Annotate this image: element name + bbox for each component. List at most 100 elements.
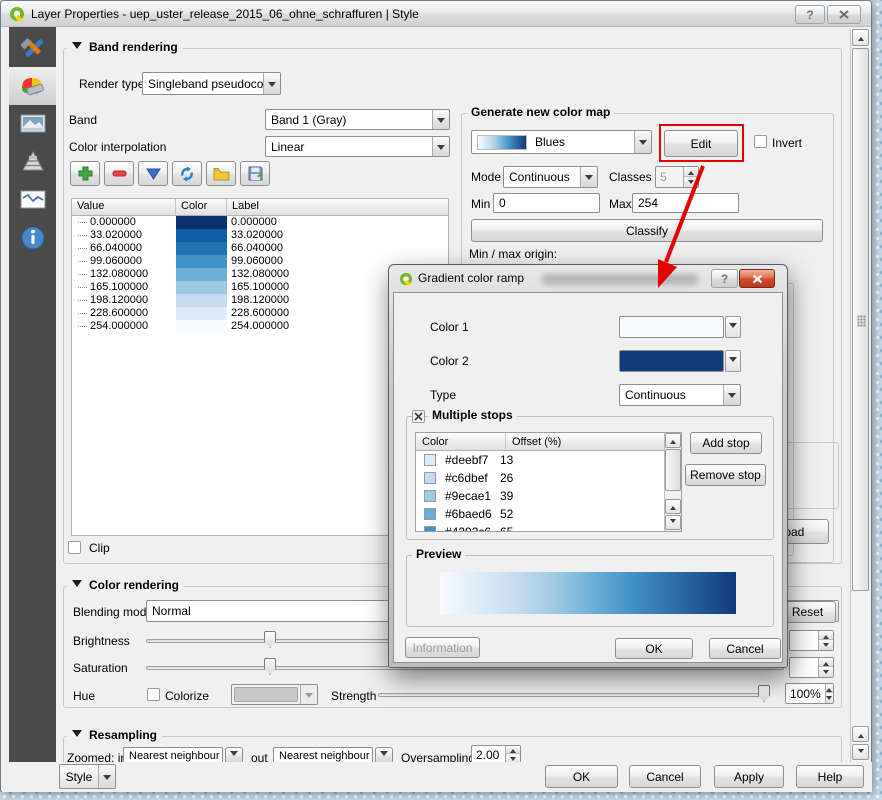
scrollbar-thumb[interactable] (852, 48, 869, 591)
mode-combo[interactable]: Continuous (503, 166, 598, 188)
render-type-combo[interactable]: Singleband pseudocolor (142, 72, 281, 95)
vertical-scrollbar[interactable] (850, 29, 869, 762)
color-interpolation-label: Color interpolation (69, 140, 166, 154)
sidebar-item-metadata[interactable] (9, 219, 56, 257)
help-glyph: ? (806, 8, 813, 22)
sidebar-item-transparency[interactable] (9, 105, 56, 143)
min-value: 0 (499, 196, 506, 210)
refresh-button[interactable] (172, 161, 202, 186)
saturation-spinner[interactable] (789, 657, 834, 678)
dialog-ok-button[interactable]: OK (615, 638, 693, 659)
stops-header-offset[interactable]: Offset (%) (506, 433, 681, 450)
band-combo[interactable]: Band 1 (Gray) (265, 109, 450, 130)
remove-stop-button[interactable]: Remove stop (685, 464, 766, 486)
strength-spinner[interactable]: 100% (785, 683, 834, 704)
hue-label: Hue (73, 689, 95, 703)
band-rendering-section-title[interactable]: Band rendering (67, 40, 183, 54)
min-input[interactable]: 0 (493, 193, 600, 213)
color1-swatch[interactable] (619, 316, 724, 338)
stops-scroll-up-button-2[interactable] (665, 499, 681, 514)
spinner-arrows[interactable] (818, 658, 833, 677)
stops-table[interactable]: Color Offset (%) #deebf7 13 (415, 432, 682, 532)
cell-value: 254.000000 (90, 320, 148, 333)
apply-button[interactable]: Apply (714, 765, 784, 788)
color-rendering-section-title[interactable]: Color rendering (67, 578, 184, 592)
stops-scroll-down-button[interactable] (665, 515, 681, 530)
stops-header-row[interactable]: Color Offset (%) (416, 433, 681, 451)
stop-row[interactable]: #4292c6 65 (416, 523, 681, 532)
cell-value: 132.080000 (90, 268, 148, 281)
zoomed-in-value: Nearest neighbour (124, 748, 222, 763)
chevron-down-icon (432, 110, 449, 129)
cell-color-swatch (176, 229, 227, 242)
remove-entry-button[interactable] (104, 161, 134, 186)
table-row[interactable]: 66.040000 66.040000 (72, 242, 448, 255)
stop-row[interactable]: #deebf7 13 (416, 451, 681, 469)
min-label: Min (471, 197, 490, 211)
cell-value: 0.000000 (90, 216, 136, 229)
stops-scroll-up-button[interactable] (665, 433, 681, 448)
collapse-arrow-icon (72, 580, 82, 592)
stop-row[interactable]: #6baed6 52 (416, 505, 681, 523)
table-header-row[interactable]: Value Color Label (72, 199, 448, 216)
clip-label: Clip (89, 541, 110, 555)
spinner-arrows[interactable] (818, 631, 833, 650)
chevron-down-icon (580, 167, 597, 187)
stops-scrollbar[interactable] (664, 433, 681, 532)
sidebar-item-style[interactable] (9, 67, 56, 105)
table-row[interactable]: 33.020000 33.020000 (72, 229, 448, 242)
resampling-section-title[interactable]: Resampling (67, 728, 162, 742)
mode-label: Mode (471, 170, 501, 184)
header-value[interactable]: Value (72, 199, 176, 215)
color1-dropdown-button[interactable] (725, 316, 741, 338)
stops-scroll-thumb[interactable] (665, 449, 681, 491)
dialog-cancel-button[interactable]: Cancel (709, 638, 781, 659)
ok-button[interactable]: OK (545, 765, 618, 788)
sidebar-item-histogram[interactable] (9, 181, 56, 219)
multiple-stops-checkbox[interactable] (412, 410, 425, 423)
scroll-up-button[interactable] (852, 29, 869, 46)
spinner-arrows[interactable] (825, 684, 833, 703)
render-type-value: Singleband pseudocolor (143, 73, 263, 94)
sidebar-item-general[interactable] (9, 29, 56, 67)
cancel-button[interactable]: Cancel (629, 765, 701, 788)
information-button[interactable]: Information (405, 637, 480, 658)
colorize-checkbox[interactable] (147, 688, 160, 701)
stops-header-color[interactable]: Color (416, 433, 506, 450)
add-entry-button[interactable] (70, 161, 100, 186)
style-menu-button[interactable]: Style (59, 764, 116, 789)
spinner-arrows[interactable] (505, 746, 520, 763)
type-combo[interactable]: Continuous (619, 384, 741, 406)
sort-button[interactable] (138, 161, 168, 186)
cell-color-swatch (176, 216, 227, 229)
header-label[interactable]: Label (227, 199, 448, 215)
brightness-spinner[interactable] (789, 630, 834, 651)
refresh-icon (179, 166, 195, 182)
window-close-button[interactable] (827, 5, 861, 24)
save-color-map-button[interactable] (240, 161, 270, 186)
strength-slider[interactable] (378, 693, 768, 697)
scroll-down-button[interactable] (852, 744, 869, 760)
stop-color-swatch (424, 472, 436, 484)
stop-hex: #4292c6 (445, 525, 491, 532)
down-triangle-icon (858, 749, 864, 756)
color2-swatch[interactable] (619, 350, 724, 372)
stop-row[interactable]: #c6dbef 26 (416, 469, 681, 487)
color2-dropdown-button[interactable] (725, 350, 741, 372)
load-color-map-button[interactable] (206, 161, 236, 186)
stop-row[interactable]: #9ecae1 39 (416, 487, 681, 505)
color-interpolation-combo[interactable]: Linear (265, 136, 450, 157)
table-row[interactable]: 0.000000 0.000000 (72, 216, 448, 229)
colorize-color-swatch[interactable] (231, 684, 318, 705)
chevron-down-icon (729, 323, 737, 332)
general-tools-icon (19, 34, 47, 62)
add-stop-button[interactable]: Add stop (690, 432, 762, 454)
window-help-button[interactable]: ? (795, 5, 825, 24)
header-color[interactable]: Color (176, 199, 227, 215)
help-button[interactable]: Help (796, 765, 864, 788)
clip-checkbox[interactable] (68, 541, 81, 554)
sidebar-item-pyramids[interactable] (9, 143, 56, 181)
title-bar[interactable]: Layer Properties - uep_uster_release_201… (1, 1, 871, 27)
scroll-up-button-2[interactable] (852, 726, 869, 742)
tree-branch-icon (78, 222, 87, 223)
